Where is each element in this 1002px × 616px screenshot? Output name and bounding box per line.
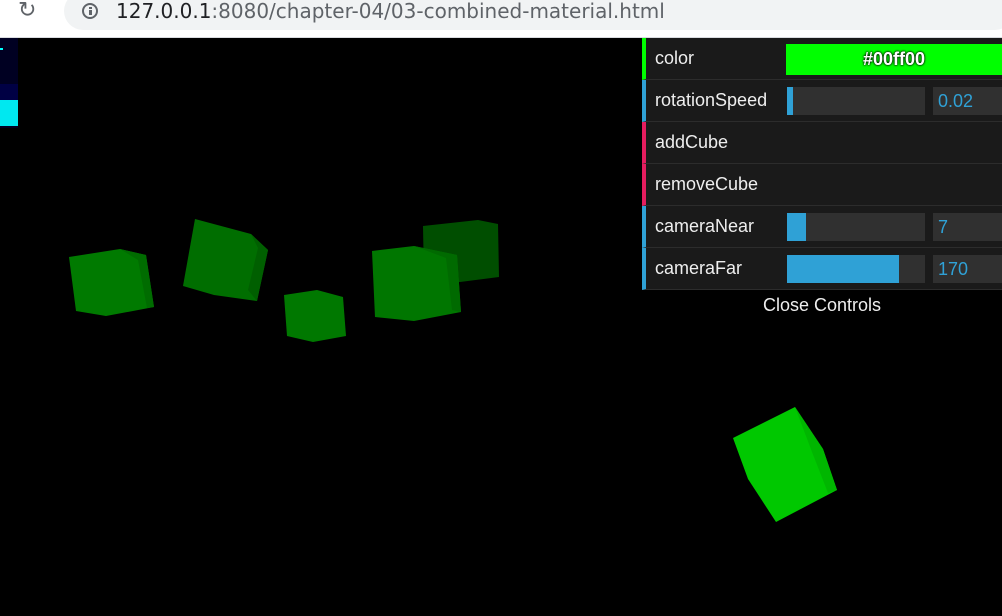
close-controls-button[interactable]: Close Controls <box>642 290 1002 320</box>
slider-fill <box>787 255 899 283</box>
camera-near-slider[interactable] <box>787 213 925 241</box>
control-label: cameraNear <box>655 216 755 236</box>
stats-graph <box>0 100 18 126</box>
stats-graph-background <box>0 84 18 100</box>
info-icon[interactable] <box>82 3 98 19</box>
color-picker-input[interactable]: #00ff00 <box>786 44 1002 75</box>
control-label: cameraFar <box>655 258 743 278</box>
rotation-speed-slider[interactable] <box>787 87 925 115</box>
camera-far-slider[interactable] <box>787 255 925 283</box>
control-remove-cube[interactable]: removeCube <box>642 164 1002 206</box>
url-path: :8080/chapter-04/03-combined-material.ht… <box>211 0 665 23</box>
control-add-cube[interactable]: addCube <box>642 122 1002 164</box>
control-color: color #00ff00 <box>642 38 1002 80</box>
camera-near-input[interactable]: 7 <box>933 213 1002 241</box>
control-label: color <box>655 48 695 68</box>
browser-toolbar: ↻ 127.0.0.1:8080/chapter-04/03-combined-… <box>0 0 1002 38</box>
controls-panel: color #00ff00 rotationSpeed 0.02 addCube… <box>642 38 1002 320</box>
control-label: rotationSpeed <box>655 90 768 110</box>
reload-icon[interactable]: ↻ <box>18 0 44 24</box>
stats-marker <box>0 48 3 50</box>
slider-fill <box>787 87 793 115</box>
url-text[interactable]: 127.0.0.1:8080/chapter-04/03-combined-ma… <box>116 0 665 22</box>
control-camera-near: cameraNear 7 <box>642 206 1002 248</box>
rotation-speed-input[interactable]: 0.02 <box>933 87 1002 115</box>
camera-far-input[interactable]: 170 <box>933 255 1002 283</box>
slider-fill <box>787 213 807 241</box>
add-cube-button[interactable]: addCube <box>655 132 728 152</box>
remove-cube-button[interactable]: removeCube <box>655 174 758 194</box>
url-host: 127.0.0.1 <box>116 0 212 23</box>
address-bar[interactable]: 127.0.0.1:8080/chapter-04/03-combined-ma… <box>64 0 1002 30</box>
control-camera-far: cameraFar 170 <box>642 248 1002 290</box>
cube <box>284 290 346 342</box>
control-rotation-speed: rotationSpeed 0.02 <box>642 80 1002 122</box>
stats-panel[interactable] <box>0 38 18 128</box>
